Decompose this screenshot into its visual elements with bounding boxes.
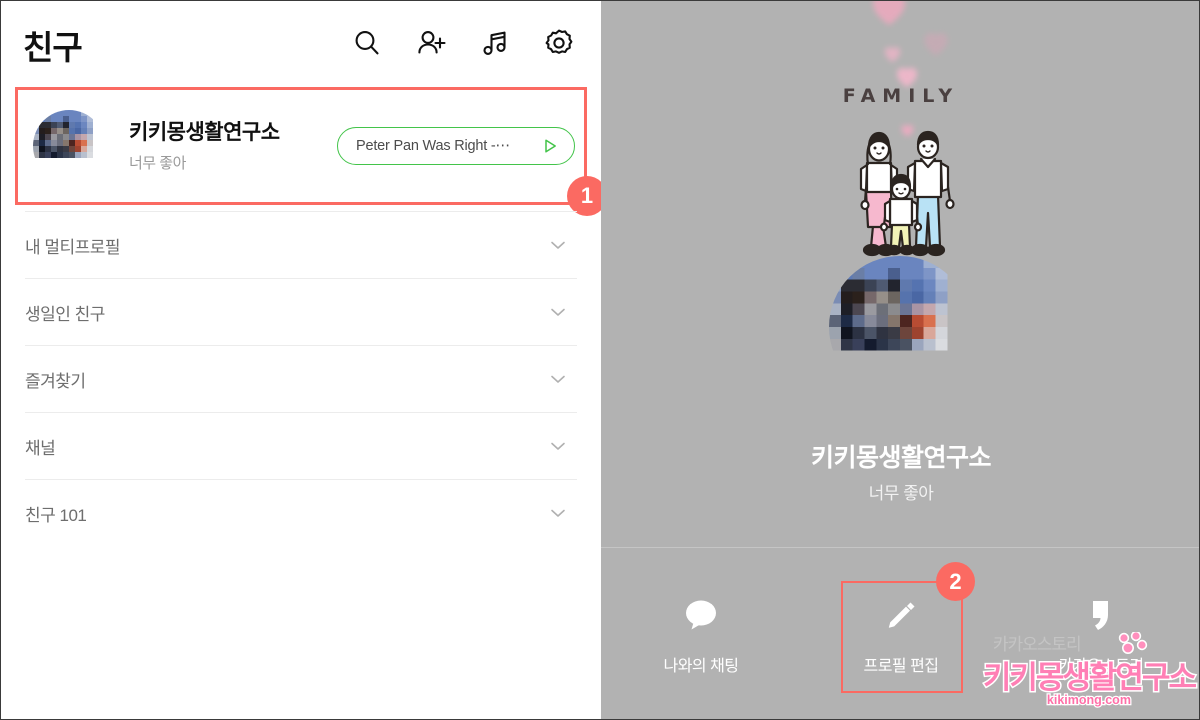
kakaostory-button[interactable]: 카카오스토리: [1001, 548, 1199, 719]
settings-icon[interactable]: [543, 27, 575, 59]
profile-status-message: 너무 좋아: [868, 484, 934, 503]
my-chat-button[interactable]: 나와의 채팅: [601, 548, 801, 719]
profile-action-bar: 나와의 채팅 프로필 편집 카카오스토리: [601, 548, 1199, 719]
section-label: 채널: [25, 438, 56, 458]
action-label: 카카오스토리: [1058, 658, 1144, 675]
pencil-icon: [880, 594, 922, 636]
heart-icon: [917, 25, 955, 60]
section-label: 즐겨찾기: [25, 371, 86, 391]
page-title: 친구: [23, 29, 83, 66]
sidebar-item-birthday-friends[interactable]: 생일인 친구: [25, 278, 577, 345]
add-friend-icon[interactable]: [415, 27, 447, 59]
sidebar-item-favorites[interactable]: 즐겨찾기: [25, 345, 577, 412]
sidebar-item-friends-count[interactable]: 친구 101: [25, 479, 577, 546]
search-icon[interactable]: [351, 27, 383, 59]
friend-status-message: 너무 좋아: [129, 155, 186, 173]
app-header: 친구: [1, 1, 601, 87]
friend-name: 키키몽생활연구소: [129, 120, 280, 144]
family-caption: FAMILY: [842, 85, 960, 107]
section-label: 생일인 친구: [25, 304, 105, 324]
play-icon[interactable]: [540, 136, 560, 156]
music-chip-button[interactable]: Peter Pan Was Right -⋯: [337, 127, 575, 165]
chevron-down-icon[interactable]: [547, 435, 569, 457]
chevron-down-icon[interactable]: [547, 301, 569, 323]
chevron-down-icon[interactable]: [547, 234, 569, 256]
chevron-down-icon[interactable]: [547, 502, 569, 524]
chat-bubble-icon: [680, 594, 722, 636]
header-icon-group: [351, 27, 575, 59]
sidebar-item-multiprofile[interactable]: 내 멀티프로필: [25, 211, 577, 278]
sidebar-item-channels[interactable]: 채널: [25, 412, 577, 479]
friend-text-block: 키키몽생활연구소 너무 좋아: [129, 119, 280, 173]
music-icon[interactable]: [479, 27, 511, 59]
avatar[interactable]: [33, 110, 105, 182]
friends-list-panel: 친구 키키몽생활연구소 너무 좋아 Peter Pan Was Right -⋯…: [1, 1, 607, 719]
step-badge-2: 2: [936, 562, 975, 601]
section-label: 친구 101: [25, 505, 87, 525]
friend-row-container: 키키몽생활연구소 너무 좋아 Peter Pan Was Right -⋯: [1, 87, 601, 205]
profile-preview-panel: FAMILY 키키몽생활연구소 너무 좋아 나와의 채팅 프로필 편집 카카오스…: [601, 1, 1199, 719]
section-label: 내 멀티프로필: [25, 237, 121, 257]
chevron-down-icon[interactable]: [547, 368, 569, 390]
heart-icon: [863, 1, 915, 31]
music-chip-label: Peter Pan Was Right -⋯: [356, 138, 510, 154]
action-label: 프로필 편집: [863, 658, 939, 675]
profile-avatar[interactable]: [829, 256, 971, 398]
family-illustration: [846, 113, 961, 261]
action-label: 나와의 채팅: [663, 658, 739, 675]
friends-section-list: 내 멀티프로필 생일인 친구 즐겨찾기 채널 친구 101: [1, 211, 601, 546]
quote-icon: [1080, 594, 1122, 636]
kakaotalk-friends-screen: 친구 키키몽생활연구소 너무 좋아 Peter Pan Was Right -⋯…: [0, 0, 1200, 720]
profile-name: 키키몽생활연구소: [810, 444, 992, 472]
